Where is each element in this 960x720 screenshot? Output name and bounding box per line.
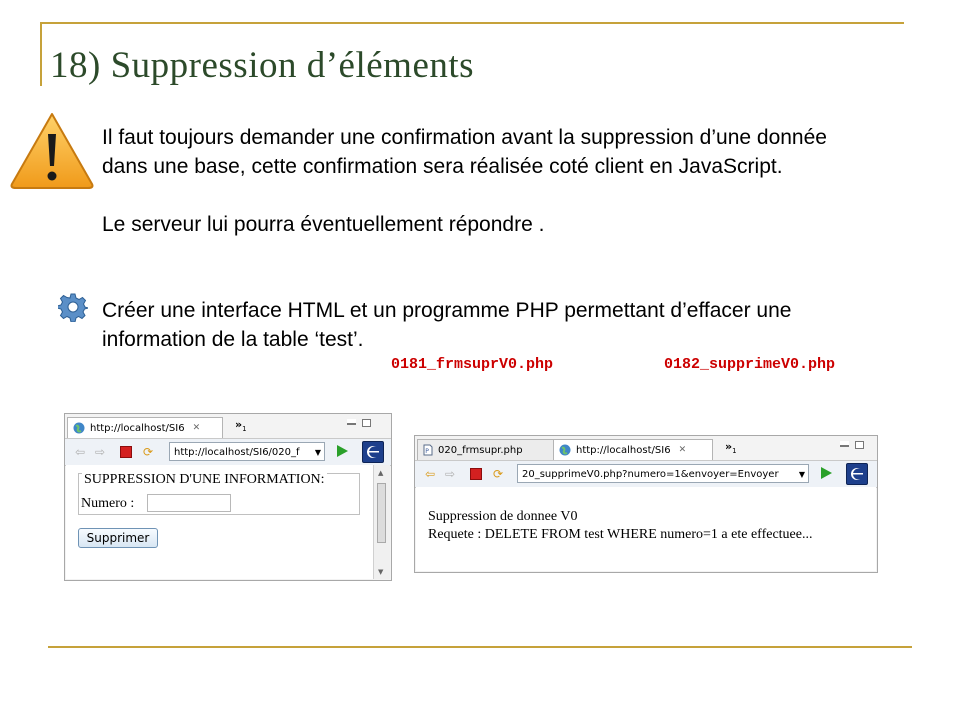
refresh-icon[interactable]: ⟳ [141,445,155,459]
browser-toolbar: ⇦ ⇨ ⟳ 20_supprimeV0.php?numero=1&envoyer… [415,460,877,488]
gear-icon [58,293,88,322]
vertical-scrollbar[interactable]: ▲ ▼ [373,465,390,579]
tab-frmsupr[interactable]: P 020_frmsupr.php [417,439,555,460]
result-heading: Suppression de donnee V0 [428,509,578,524]
stop-icon[interactable] [469,467,483,481]
result-query: Requete : DELETE FROM test WHERE numero=… [428,527,813,542]
close-tab-icon[interactable]: ✕ [193,423,201,433]
paragraph-1-line-1: Il faut toujours demander une confirmati… [102,126,827,149]
slide-title: 18) Suppression d’éléments [50,45,475,86]
scroll-down-icon[interactable]: ▼ [378,568,383,576]
maximize-icon[interactable] [362,419,371,427]
stop-icon[interactable] [119,445,133,459]
numero-input[interactable] [147,494,231,512]
back-icon[interactable]: ⇦ [423,467,437,481]
paragraph-2: Le serveur lui pourra éventuellement rép… [102,213,545,236]
window-controls [840,441,864,449]
globe-icon [559,444,571,456]
refresh-icon[interactable]: ⟳ [491,467,505,481]
eclipse-icon[interactable] [846,463,868,485]
php-file-icon: P [423,444,433,456]
svg-text:P: P [425,448,429,455]
top-rule [40,22,904,24]
address-bar[interactable]: 20_supprimeV0.php?numero=1&envoyer=Envoy… [517,464,809,483]
eclipse-icon[interactable] [362,441,384,463]
window-controls [347,419,371,427]
tab-label: http://localhost/SI6 [576,444,671,456]
back-icon[interactable]: ⇦ [73,445,87,459]
tab-label: http://localhost/SI6 [90,422,185,434]
scrollbar-thumb[interactable] [377,483,386,543]
tab-overflow-button[interactable]: »1 [725,440,737,455]
delete-fieldset: SUPPRESSION D'UNE INFORMATION: Numero : [78,472,360,515]
tab-label: 020_frmsupr.php [438,444,523,456]
file-name-form: 0181_frmsuprV0.php [391,356,554,373]
tab-localhost[interactable]: http://localhost/SI6 ✕ [553,439,713,460]
left-rule [40,22,42,86]
tab-overflow-button[interactable]: »1 [235,418,247,433]
forward-icon[interactable]: ⇨ [93,445,107,459]
tab-localhost[interactable]: http://localhost/SI6 ✕ [67,417,223,438]
close-tab-icon[interactable]: ✕ [679,445,687,455]
fieldset-legend: SUPPRESSION D'UNE INFORMATION: [82,472,327,488]
globe-icon [73,422,85,434]
warning-icon [10,113,94,189]
supprimer-button[interactable]: Supprimer [78,528,158,548]
address-bar[interactable]: http://localhost/SI6/020_f ▼ [169,442,325,461]
page-content: Suppression de donnee V0 Requete : DELET… [416,487,876,571]
chevron-down-icon[interactable]: ▼ [315,443,321,460]
go-icon[interactable] [337,445,348,457]
go-icon[interactable] [821,467,832,479]
bottom-rule [48,646,912,648]
chevron-down-icon[interactable]: ▼ [799,465,805,482]
file-name-delete: 0182_supprimeV0.php [664,356,836,373]
scroll-up-icon[interactable]: ▲ [378,469,383,477]
page-content: SUPPRESSION D'UNE INFORMATION: Numero : … [66,465,390,579]
maximize-icon[interactable] [855,441,864,449]
paragraph-3-line-2: information de la table ‘test’. [102,328,364,351]
browser-window-result: P 020_frmsupr.php http://localhost/SI6 ✕… [414,435,878,573]
paragraph-3-line-1: Créer une interface HTML et un programme… [102,299,792,322]
forward-icon[interactable]: ⇨ [443,467,457,481]
browser-toolbar: ⇦ ⇨ ⟳ http://localhost/SI6/020_f ▼ [65,438,391,466]
minimize-icon[interactable] [840,441,849,447]
browser-window-form: http://localhost/SI6 ✕ »1 ⇦ ⇨ ⟳ http://l… [64,413,392,581]
paragraph-1-line-2: dans une base, cette confirmation sera r… [102,155,783,178]
numero-label: Numero : [81,496,135,511]
minimize-icon[interactable] [347,419,356,425]
